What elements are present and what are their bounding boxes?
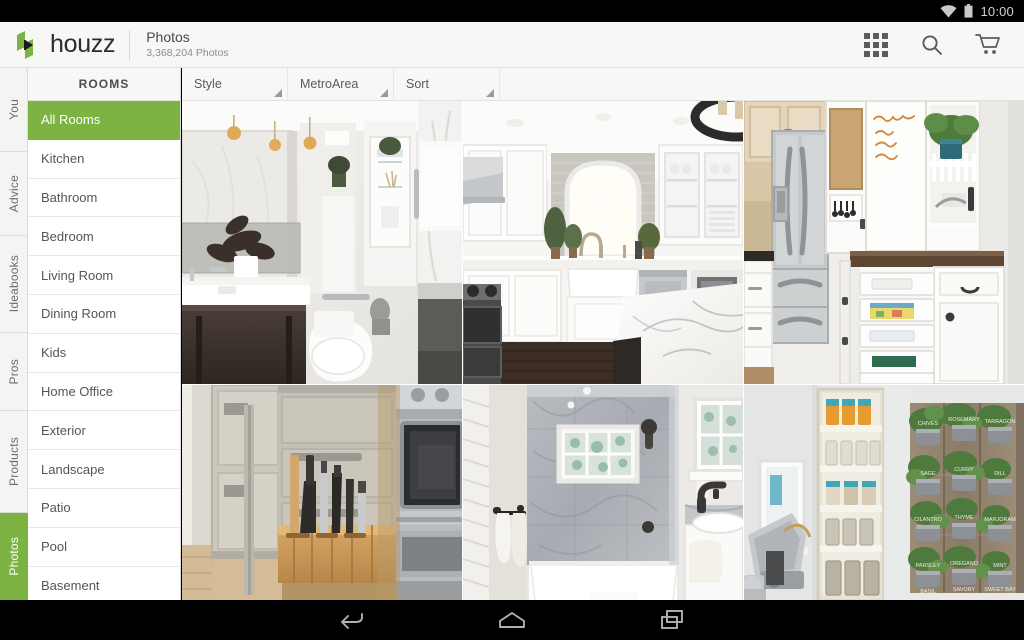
photo-tile-2[interactable] [463, 101, 743, 384]
rail-item-label: Products [7, 437, 21, 486]
cart-button[interactable] [960, 22, 1016, 68]
svg-text:SWEET BAY: SWEET BAY [984, 587, 1016, 593]
photo-tile-6[interactable]: CHIVES ROSEMARY TARRAGON SAGE CURRY DILL CIL… [744, 385, 1024, 600]
battery-icon [964, 4, 973, 18]
room-item-basement[interactable]: Basement [28, 566, 180, 600]
room-item-living-room[interactable]: Living Room [28, 256, 180, 295]
rail-item-photos[interactable]: Photos [0, 513, 28, 600]
status-bar-clock: 10:00 [980, 3, 1014, 19]
houzz-logo-icon [17, 30, 33, 59]
android-nav-bar [0, 600, 1024, 640]
svg-text:ROSEMARY: ROSEMARY [948, 417, 980, 423]
wifi-icon [940, 4, 957, 17]
filter-bar: Style MetroArea Sort [182, 68, 1024, 101]
photo-thumbnail [463, 385, 743, 600]
filter-label: Style [194, 77, 222, 91]
rail-item-ideabooks[interactable]: Ideabooks [0, 236, 28, 333]
cart-icon [975, 33, 1000, 54]
rail-item-label: Advice [7, 174, 21, 213]
section-rail: You Advice Ideabooks Pros Products Photo… [0, 68, 28, 600]
room-item-patio[interactable]: Patio [28, 488, 180, 528]
page-title: Photos [146, 29, 190, 45]
room-item-bathroom[interactable]: Bathroom [28, 178, 180, 218]
app-bar-actions [848, 22, 1024, 68]
chevron-down-icon [274, 89, 282, 97]
rooms-panel-header: ROOMS [28, 68, 180, 101]
page-title-block: Photos 3,368,204 Photos [146, 29, 228, 60]
room-item-all-rooms[interactable]: All Rooms [28, 101, 180, 140]
svg-text:MINT: MINT [993, 563, 1007, 569]
svg-text:BASIL: BASIL [920, 589, 936, 595]
svg-text:SAVORY: SAVORY [953, 587, 976, 593]
photo-tile-1[interactable] [182, 101, 462, 384]
svg-text:MARJORAM: MARJORAM [984, 517, 1016, 523]
chevron-down-icon [380, 89, 388, 97]
home-button[interactable] [482, 600, 542, 640]
rail-item-label: Pros [7, 358, 21, 385]
svg-text:CHIVES: CHIVES [918, 421, 939, 427]
svg-text:SAGE: SAGE [920, 471, 936, 477]
houzz-logo[interactable]: houzz [0, 30, 116, 59]
home-icon [499, 612, 525, 628]
filter-metroarea[interactable]: MetroArea [288, 68, 394, 100]
room-item-kids[interactable]: Kids [28, 333, 180, 373]
svg-text:THYME: THYME [954, 515, 974, 521]
app-root: 10:00 houzz Photos 3,368,204 Photos You … [0, 0, 1024, 640]
rail-item-products[interactable]: Products [0, 411, 28, 513]
svg-text:CURRY: CURRY [954, 467, 974, 473]
filter-style[interactable]: Style [182, 68, 288, 100]
room-item-pool[interactable]: Pool [28, 527, 180, 567]
chevron-down-icon [486, 89, 494, 97]
photo-grid: CHIVES ROSEMARY TARRAGON SAGE CURRY DILL CIL… [182, 101, 1024, 600]
room-item-bedroom[interactable]: Bedroom [28, 217, 180, 257]
room-item-kitchen[interactable]: Kitchen [28, 139, 180, 179]
room-item-home-office[interactable]: Home Office [28, 372, 180, 412]
rail-item-label: Photos [7, 536, 21, 576]
filter-label: MetroArea [300, 77, 359, 91]
photo-thumbnail: CHIVES ROSEMARY TARRAGON SAGE CURRY DILL CIL… [744, 385, 1024, 600]
rail-item-advice[interactable]: Advice [0, 152, 28, 236]
photo-tile-5[interactable] [463, 385, 743, 600]
photo-thumbnail [744, 101, 1024, 384]
rail-item-label: Ideabooks [7, 255, 21, 313]
rooms-panel: ROOMS All Rooms Kitchen Bathroom Bedroom… [28, 68, 181, 600]
app-bar-divider [129, 29, 131, 60]
rail-item-pros[interactable]: Pros [0, 333, 28, 411]
grid-view-icon [864, 32, 888, 57]
search-icon [922, 34, 942, 55]
rail-item-label: You [7, 99, 21, 120]
page-subtitle: 3,368,204 Photos [146, 47, 229, 59]
svg-text:OREGANO: OREGANO [950, 561, 979, 567]
app-bar: houzz Photos 3,368,204 Photos [0, 22, 1024, 68]
room-item-dining-room[interactable]: Dining Room [28, 294, 180, 334]
filter-sort[interactable]: Sort [394, 68, 500, 100]
room-item-landscape[interactable]: Landscape [28, 450, 180, 489]
svg-text:CILANTRO: CILANTRO [914, 517, 943, 523]
back-icon [341, 613, 363, 629]
rail-item-you[interactable]: You [0, 68, 28, 152]
svg-text:DILL: DILL [994, 471, 1006, 477]
photo-tile-3[interactable] [744, 101, 1024, 384]
status-bar: 10:00 [0, 0, 1024, 22]
photo-thumbnail [463, 101, 743, 384]
svg-text:PARSLEY: PARSLEY [916, 563, 941, 569]
photo-thumbnail [182, 385, 462, 600]
photo-thumbnail [182, 101, 462, 384]
recents-button[interactable] [642, 600, 702, 640]
photo-tile-4[interactable] [182, 385, 462, 600]
houzz-logo-text: houzz [50, 30, 116, 58]
room-item-exterior[interactable]: Exterior [28, 411, 180, 451]
grid-view-button[interactable] [848, 22, 904, 68]
recents-icon [661, 610, 683, 629]
back-button[interactable] [322, 600, 382, 640]
filter-label: Sort [406, 77, 429, 91]
svg-text:TARRAGON: TARRAGON [985, 419, 1016, 425]
search-button[interactable] [904, 22, 960, 68]
